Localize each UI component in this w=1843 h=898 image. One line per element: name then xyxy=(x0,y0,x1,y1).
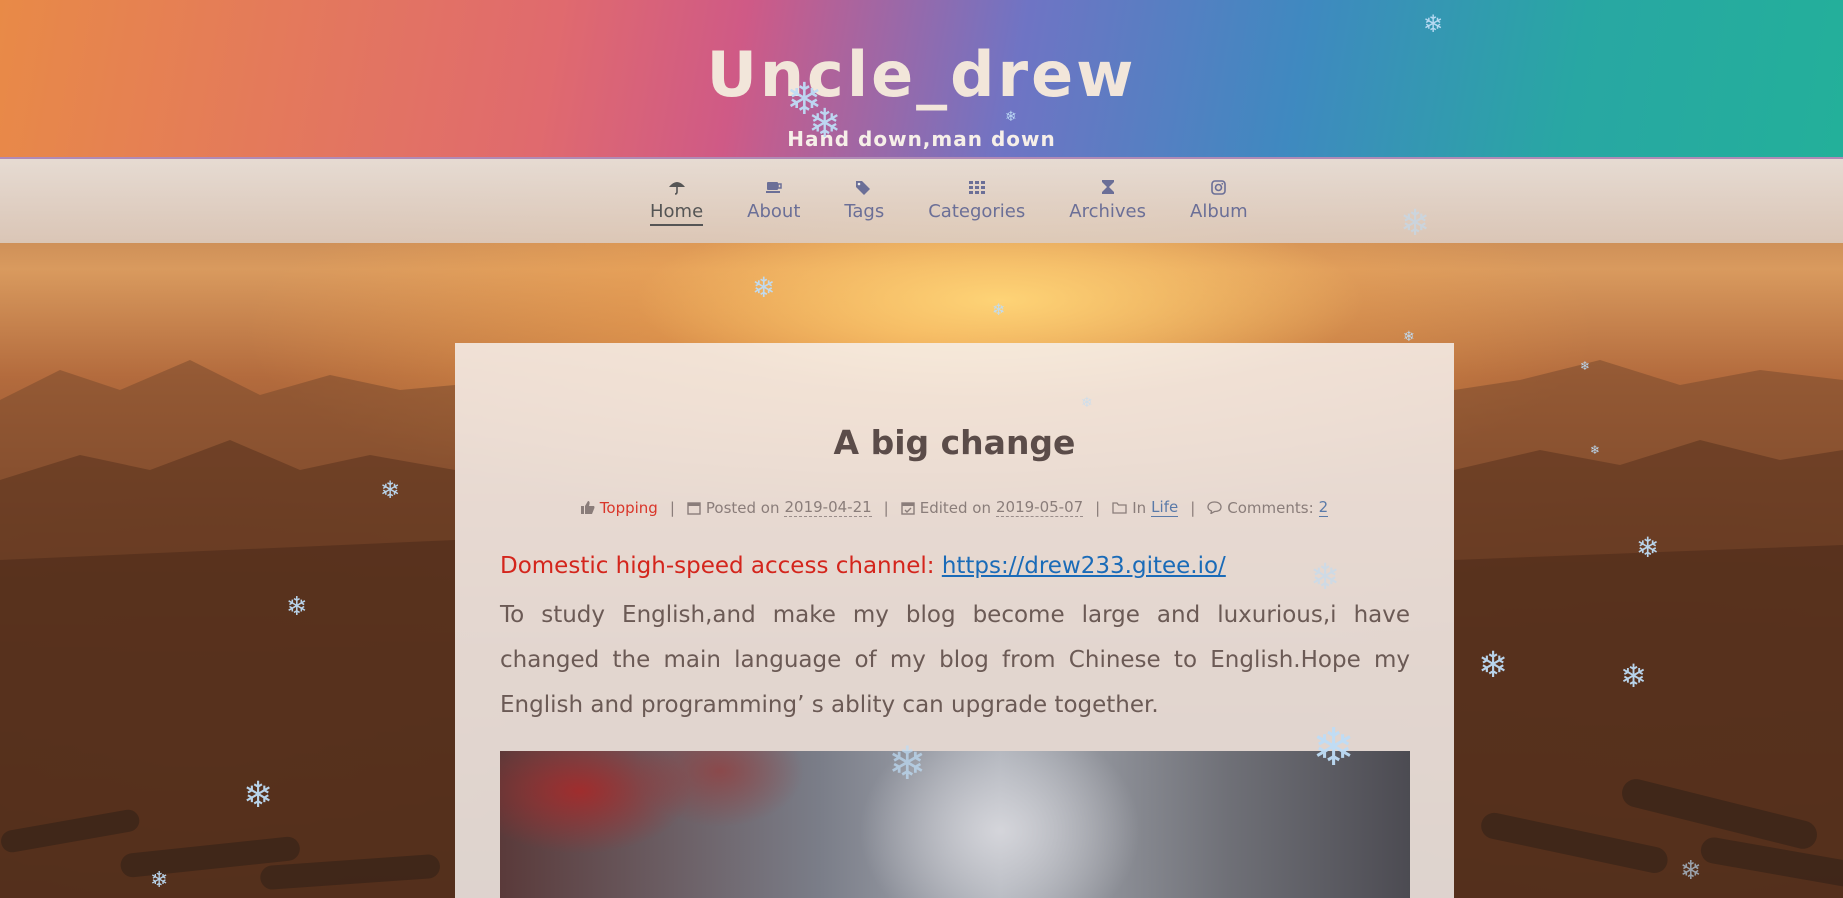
snowflake-icon: ❄ xyxy=(808,101,842,147)
topping-badge: Topping xyxy=(580,498,658,517)
posted-prefix: Posted on xyxy=(705,498,780,517)
snowflake-icon: ❄ xyxy=(243,775,274,816)
nav-label-categories: Categories xyxy=(928,201,1026,222)
nav-item-archives[interactable]: Archives xyxy=(1069,159,1146,243)
nav-label-album: Album xyxy=(1190,201,1248,222)
topping-label: Topping xyxy=(599,498,658,517)
snowflake-icon: ❄ xyxy=(1081,395,1093,411)
post-meta: Topping | Posted on 2019-04-21 | Edited … xyxy=(455,498,1454,517)
snowflake-icon: ❄ xyxy=(1580,359,1591,373)
edited-on: Edited on 2019-05-07 xyxy=(901,498,1084,517)
nav-item-album[interactable]: Album xyxy=(1190,159,1248,243)
posted-date: 2019-04-21 xyxy=(784,498,872,517)
post-body: To study English,and make my blog become… xyxy=(500,602,1410,718)
snowflake-icon: ❄ xyxy=(992,300,1006,319)
nav-label-home: Home xyxy=(650,201,704,226)
comment-icon xyxy=(1207,501,1222,514)
post-category: In Life xyxy=(1112,498,1179,517)
snowflake-icon: ❄ xyxy=(150,868,169,893)
nav-label-tags: Tags xyxy=(844,201,885,222)
main-nav: Home About Tags Categories Archives Albu… xyxy=(0,159,1843,243)
nav-label-archives: Archives xyxy=(1069,201,1146,222)
grid-icon xyxy=(968,178,986,196)
intro-line: Domestic high-speed access channel: http… xyxy=(500,553,1410,579)
nav-label-about: About xyxy=(747,201,801,222)
header-banner: Uncle_drew Hand down,man down xyxy=(0,0,1843,159)
posted-on: Posted on 2019-04-21 xyxy=(687,498,872,517)
snowflake-icon: ❄ xyxy=(1478,645,1509,686)
calendar-check-icon xyxy=(901,501,915,515)
edited-date: 2019-05-07 xyxy=(995,498,1084,517)
snowflake-icon: ❄ xyxy=(286,592,308,622)
intro-label: Domestic high-speed access channel: xyxy=(500,553,942,579)
meta-separator: | xyxy=(1095,498,1101,517)
thumbs-up-icon xyxy=(580,501,595,514)
meta-separator: | xyxy=(1190,498,1196,517)
snowflake-icon: ❄ xyxy=(1312,718,1356,778)
nav-item-tags[interactable]: Tags xyxy=(844,159,884,243)
mirror-link[interactable]: https://drew233.gitee.io/ xyxy=(942,553,1226,579)
tags-icon xyxy=(855,178,873,196)
hourglass-icon xyxy=(1099,178,1117,196)
post-comments: Comments: 2 xyxy=(1207,498,1329,517)
snowflake-icon: ❄ xyxy=(1620,657,1647,695)
post-cover-image xyxy=(500,751,1410,898)
comments-prefix: Comments: xyxy=(1227,498,1314,517)
comments-count-link[interactable]: 2 xyxy=(1318,498,1329,517)
umbrella-icon xyxy=(668,178,686,196)
category-prefix: In xyxy=(1132,498,1147,517)
snowflake-icon: ❄ xyxy=(1403,329,1415,345)
nav-item-home[interactable]: Home xyxy=(650,159,704,243)
snowflake-icon: ❄ xyxy=(1005,109,1017,125)
snowflake-icon: ❄ xyxy=(1400,203,1431,244)
snowflake-icon: ❄ xyxy=(1310,557,1341,598)
snowflake-icon: ❄ xyxy=(1680,856,1702,886)
post-card: A big change Topping | Posted on 2019-04… xyxy=(455,343,1454,898)
meta-separator: | xyxy=(883,498,889,517)
meta-separator: | xyxy=(669,498,675,517)
folder-icon xyxy=(1112,502,1127,514)
snowflake-icon: ❄ xyxy=(888,736,927,790)
site-subtitle: Hand down,man down xyxy=(787,127,1056,151)
snowflake-icon: ❄ xyxy=(1636,531,1660,564)
snowflake-icon: ❄ xyxy=(380,476,401,504)
nav-item-about[interactable]: About xyxy=(747,159,800,243)
nav-item-categories[interactable]: Categories xyxy=(928,159,1025,243)
post-title[interactable]: A big change xyxy=(455,423,1454,462)
coffee-icon xyxy=(765,178,783,196)
snowflake-icon: ❄ xyxy=(1423,10,1444,38)
camera-icon xyxy=(1210,178,1228,196)
snowflake-icon: ❄ xyxy=(1590,443,1601,457)
category-link[interactable]: Life xyxy=(1151,498,1179,517)
snowflake-icon: ❄ xyxy=(752,271,776,304)
site-title[interactable]: Uncle_drew xyxy=(0,38,1843,111)
calendar-icon xyxy=(687,501,701,515)
edited-prefix: Edited on xyxy=(919,498,991,517)
